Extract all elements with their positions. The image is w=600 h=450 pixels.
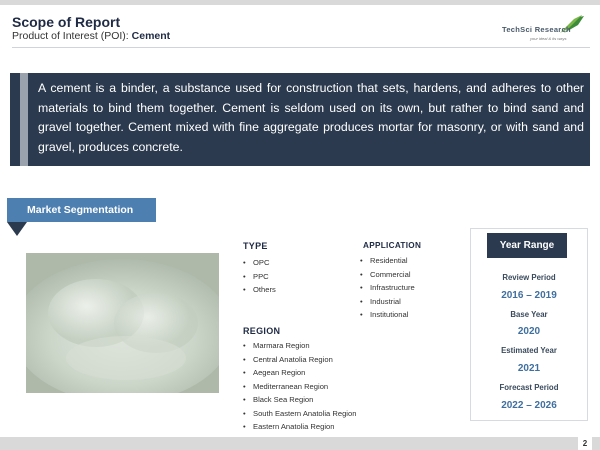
list-item: Institutional xyxy=(360,308,415,322)
header-divider xyxy=(12,47,590,48)
region-list: Marmara Region Central Anatolia Region A… xyxy=(243,339,356,434)
intro-box: A cement is a binder, a substance used f… xyxy=(10,73,590,166)
footer-bar xyxy=(0,437,600,450)
list-item: Black Sea Region xyxy=(243,393,356,407)
page-number: 2 xyxy=(578,437,592,450)
list-item: Industrial xyxy=(360,295,415,309)
application-heading: APPLICATION xyxy=(363,241,422,250)
list-item: Infrastructure xyxy=(360,281,415,295)
review-period-value: 2016 – 2019 xyxy=(501,290,557,301)
base-year-value: 2020 xyxy=(517,326,541,337)
cement-powder-photo xyxy=(26,253,219,393)
segmentation-pointer xyxy=(7,222,27,236)
list-item: Marmara Region xyxy=(243,339,356,353)
intro-text: A cement is a binder, a substance used f… xyxy=(38,81,584,154)
region-heading: REGION xyxy=(243,326,281,336)
page-subtitle: Product of Interest (POI): Cement xyxy=(12,30,170,42)
list-item: Others xyxy=(243,283,276,297)
type-heading: TYPE xyxy=(243,241,268,251)
application-list: Residential Commercial Infrastructure In… xyxy=(360,254,415,322)
estimated-year-label: Estimated Year xyxy=(501,346,557,355)
review-period-label: Review Period xyxy=(502,273,556,282)
intro-accent-bar xyxy=(20,73,28,166)
subtitle-prefix: Product of Interest (POI): xyxy=(12,30,129,42)
list-item: Central Anatolia Region xyxy=(243,353,356,367)
page-title: Scope of Report xyxy=(12,14,121,30)
list-item: OPC xyxy=(243,256,276,270)
list-item: Aegean Region xyxy=(243,366,356,380)
type-list: OPC PPC Others xyxy=(243,256,276,297)
base-year-label: Base Year xyxy=(510,310,548,319)
techsci-logo: TechSci Research your ideal & its ways xyxy=(502,13,586,45)
forecast-period-value: 2022 – 2026 xyxy=(501,400,557,411)
list-item: Residential xyxy=(360,254,415,268)
estimated-year-value: 2021 xyxy=(517,363,541,374)
logo-tagline: your ideal & its ways xyxy=(530,36,567,41)
market-segmentation-label: Market Segmentation xyxy=(7,198,156,222)
forecast-period-label: Forecast Period xyxy=(499,383,559,392)
list-item: Eastern Anatolia Region xyxy=(243,420,356,434)
logo-text: TechSci Research xyxy=(502,25,571,34)
year-range-title: Year Range xyxy=(487,233,567,258)
list-item: Mediterranean Region xyxy=(243,380,356,394)
list-item: South Eastern Anatolia Region xyxy=(243,407,356,421)
list-item: PPC xyxy=(243,270,276,284)
subtitle-value: Cement xyxy=(131,30,171,42)
top-bar xyxy=(0,0,600,5)
list-item: Commercial xyxy=(360,268,415,282)
